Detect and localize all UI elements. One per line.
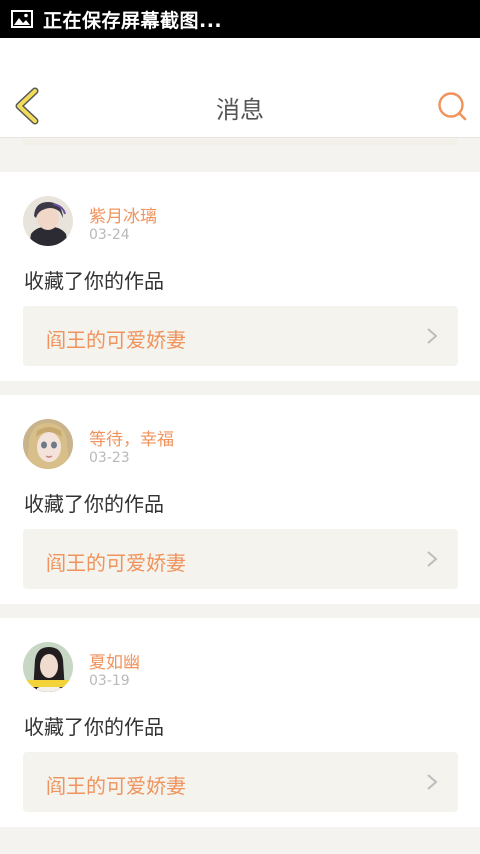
message-date: 03-19 bbox=[89, 673, 130, 689]
message-card: 紫月冰璃 03-24 收藏了你的作品 阎王的可爱娇妻 bbox=[0, 172, 480, 381]
avatar[interactable] bbox=[23, 642, 73, 692]
work-link[interactable]: 阎王的可爱娇妻 bbox=[23, 529, 458, 589]
work-title: 阎王的可爱娇妻 bbox=[46, 328, 186, 352]
work-title: 阎王的可爱娇妻 bbox=[46, 551, 186, 575]
page-title: 消息 bbox=[216, 96, 264, 124]
header: 消息 bbox=[0, 38, 480, 138]
chevron-right-icon bbox=[427, 328, 438, 344]
avatar[interactable] bbox=[23, 196, 73, 246]
action-text: 收藏了你的作品 bbox=[24, 492, 164, 516]
message-list: 紫月冰璃 03-24 收藏了你的作品 阎王的可爱娇妻 等待，幸福 03-23 收… bbox=[0, 172, 480, 841]
chevron-right-icon bbox=[427, 774, 438, 790]
username[interactable]: 等待，幸福 bbox=[89, 425, 174, 450]
action-text: 收藏了你的作品 bbox=[24, 715, 164, 739]
message-date: 03-24 bbox=[89, 227, 130, 243]
chevron-right-icon bbox=[427, 551, 438, 567]
image-icon bbox=[11, 10, 33, 28]
message-card: 夏如幽 03-19 收藏了你的作品 阎王的可爱娇妻 bbox=[0, 618, 480, 827]
previous-card-edge bbox=[0, 139, 480, 161]
header-divider bbox=[0, 137, 480, 138]
action-text: 收藏了你的作品 bbox=[24, 269, 164, 293]
username[interactable]: 紫月冰璃 bbox=[89, 202, 157, 227]
message-card: 等待，幸福 03-23 收藏了你的作品 阎王的可爱娇妻 bbox=[0, 395, 480, 604]
username[interactable]: 夏如幽 bbox=[89, 648, 140, 673]
avatar[interactable] bbox=[23, 419, 73, 469]
message-date: 03-23 bbox=[89, 450, 130, 466]
work-link[interactable]: 阎王的可爱娇妻 bbox=[23, 306, 458, 366]
status-text: 正在保存屏幕截图... bbox=[43, 9, 223, 32]
work-title: 阎王的可爱娇妻 bbox=[46, 774, 186, 798]
work-link[interactable]: 阎王的可爱娇妻 bbox=[23, 752, 458, 812]
status-bar: 正在保存屏幕截图... bbox=[0, 0, 480, 38]
search-icon[interactable] bbox=[436, 90, 468, 122]
